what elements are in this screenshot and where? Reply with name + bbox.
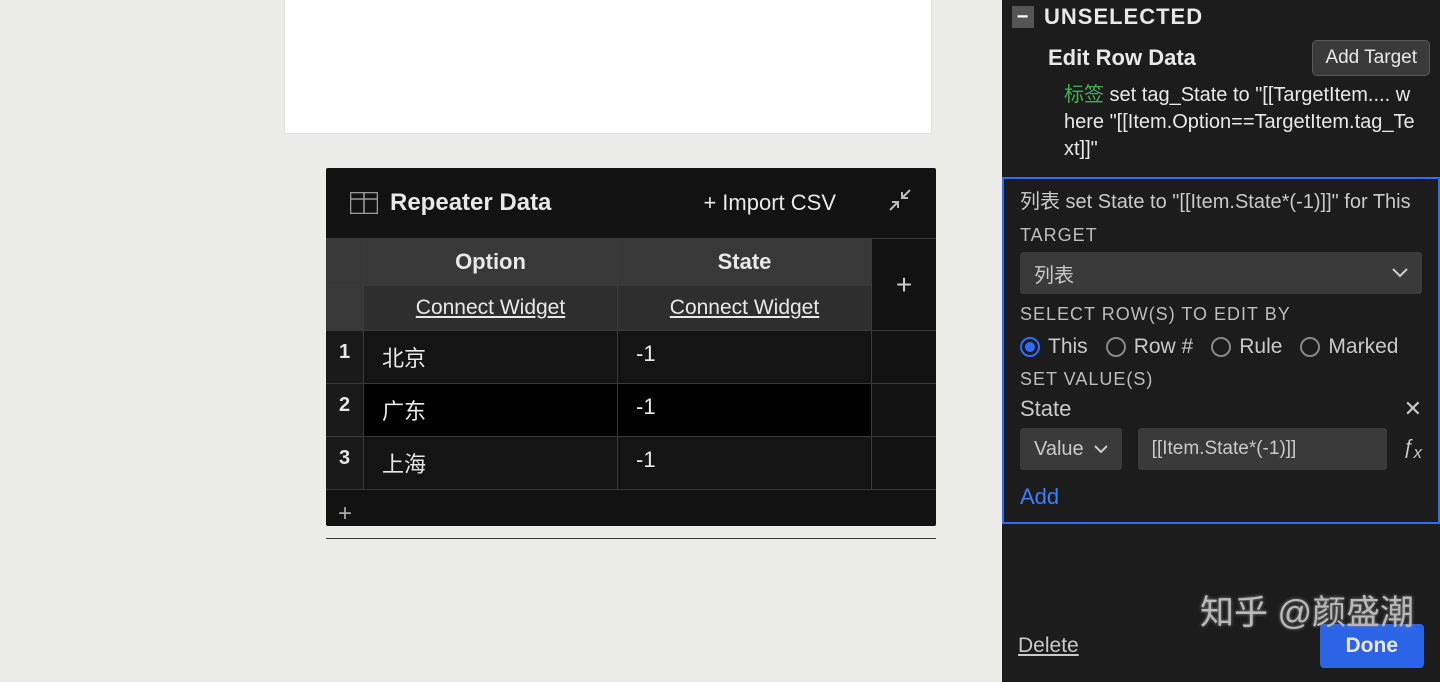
import-csv-label: Import CSV	[722, 190, 836, 216]
connect-widget-option[interactable]: Connect Widget	[364, 286, 618, 331]
table-corner	[326, 239, 364, 286]
selected-action-summary[interactable]: 列表 set State to "[[Item.State*(-1)]]" fo…	[1020, 189, 1422, 215]
action-name: Edit Row Data	[1048, 45, 1196, 71]
cell-state[interactable]: -1	[618, 384, 872, 437]
radio-label: Rule	[1239, 335, 1282, 359]
value-type-label: Value	[1034, 438, 1084, 461]
cell-option[interactable]: 北京	[364, 331, 618, 384]
radio-label: Row #	[1134, 335, 1194, 359]
event-block: − UNSELECTED Edit Row Data Add Target 标签…	[1002, 0, 1440, 177]
import-csv-button[interactable]: + Import CSV	[703, 190, 836, 216]
row-number[interactable]: 1	[326, 331, 364, 384]
row-side	[872, 384, 936, 437]
collapse-toggle-icon[interactable]: −	[1012, 6, 1034, 28]
action-row[interactable]: Edit Row Data Add Target	[1012, 34, 1430, 82]
collapse-icon[interactable]	[888, 188, 912, 218]
add-row-button[interactable]: +	[326, 490, 936, 539]
editor-footer: Delete Done	[1018, 624, 1424, 668]
chevron-down-icon	[1094, 445, 1108, 454]
row-side	[872, 437, 936, 490]
selected-action-editor: 列表 set State to "[[Item.State*(-1)]]" fo…	[1002, 177, 1440, 524]
row-side	[872, 331, 936, 384]
tag-label: 标签	[1064, 84, 1104, 106]
connect-widget-state[interactable]: Connect Widget	[618, 286, 872, 331]
remove-value-button[interactable]: ✕	[1404, 396, 1422, 422]
radio-marked[interactable]: Marked	[1300, 335, 1398, 359]
radio-icon	[1020, 337, 1040, 357]
value-input-row: Value [[Item.State*(-1)]] ƒx	[1020, 428, 1422, 470]
plus-icon: +	[703, 190, 716, 216]
row-number[interactable]: 3	[326, 437, 364, 490]
chevron-down-icon	[1392, 268, 1408, 278]
event-name: UNSELECTED	[1044, 4, 1203, 30]
target-section-label: TARGET	[1020, 225, 1422, 246]
select-rows-label: SELECT ROW(S) TO EDIT BY	[1020, 304, 1422, 325]
repeater-title: Repeater Data	[390, 189, 691, 217]
target-select[interactable]: 列表	[1020, 252, 1422, 294]
fx-button[interactable]: ƒx	[1403, 436, 1422, 463]
cell-state[interactable]: -1	[618, 331, 872, 384]
value-type-dropdown[interactable]: Value	[1020, 428, 1122, 470]
cell-option[interactable]: 广东	[364, 384, 618, 437]
radio-label: Marked	[1328, 335, 1398, 359]
repeater-data-panel: Repeater Data + Import CSV Option State …	[326, 168, 936, 526]
radio-icon	[1300, 337, 1320, 357]
radio-rownum[interactable]: Row #	[1106, 335, 1194, 359]
row-number[interactable]: 2	[326, 384, 364, 437]
target-value: 列表	[1034, 259, 1074, 288]
repeater-table: Option State + Connect Widget Connect Wi…	[326, 238, 936, 539]
table-corner	[326, 286, 364, 331]
delete-link[interactable]: Delete	[1018, 634, 1079, 658]
set-value-row: State ✕	[1020, 396, 1422, 422]
add-column-button[interactable]: +	[872, 239, 936, 331]
add-value-link[interactable]: Add	[1020, 484, 1059, 510]
radio-this[interactable]: This	[1020, 335, 1088, 359]
column-header-state[interactable]: State	[618, 239, 872, 286]
canvas-card	[284, 0, 932, 134]
inspector-panel: − UNSELECTED Edit Row Data Add Target 标签…	[1002, 0, 1440, 682]
radio-icon	[1106, 337, 1126, 357]
repeater-header: Repeater Data + Import CSV	[326, 168, 936, 238]
action-text: set tag_State to "[[TargetItem.... where…	[1064, 84, 1415, 160]
radio-rule[interactable]: Rule	[1211, 335, 1282, 359]
cell-state[interactable]: -1	[618, 437, 872, 490]
value-expression-text: [[Item.State*(-1)]]	[1152, 438, 1297, 460]
value-expression-input[interactable]: [[Item.State*(-1)]]	[1138, 428, 1387, 470]
set-values-label: SET VALUE(S)	[1020, 369, 1422, 390]
radio-icon	[1211, 337, 1231, 357]
canvas-area: Repeater Data + Import CSV Option State …	[0, 0, 1002, 682]
event-head[interactable]: − UNSELECTED	[1012, 4, 1430, 30]
done-button[interactable]: Done	[1320, 624, 1425, 668]
cell-option[interactable]: 上海	[364, 437, 618, 490]
table-icon	[350, 192, 378, 214]
select-rows-radio-group: This Row # Rule Marked	[1020, 335, 1422, 359]
add-target-button[interactable]: Add Target	[1312, 40, 1430, 76]
radio-label: This	[1048, 335, 1088, 359]
column-header-option[interactable]: Option	[364, 239, 618, 286]
action-description-1[interactable]: 标签 set tag_State to "[[TargetItem.... wh…	[1012, 82, 1430, 171]
set-value-name: State	[1020, 396, 1071, 422]
